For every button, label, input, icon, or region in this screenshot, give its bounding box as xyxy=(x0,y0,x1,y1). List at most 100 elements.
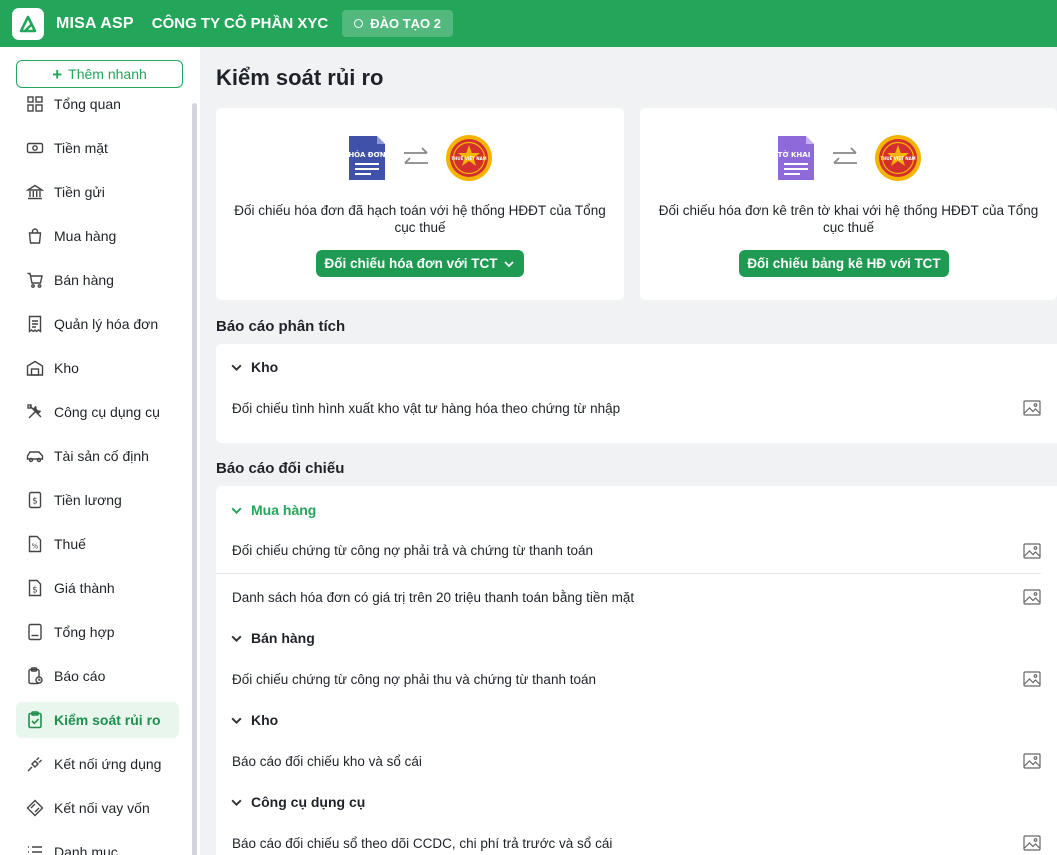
dashboard-icon xyxy=(26,95,44,113)
sidebar-item-ket-noi-vay-von[interactable]: Kết nối vay vốn xyxy=(16,786,179,830)
sidebar-item-kho[interactable]: Kho xyxy=(16,346,179,390)
chevron-down-icon xyxy=(231,799,242,806)
sidebar-item-label: Kết nối ứng dụng xyxy=(54,756,162,772)
sidebar-item-kiem-soat-rui-ro[interactable]: Kiểm soát rủi ro xyxy=(16,702,179,738)
plus-icon: + xyxy=(52,64,63,84)
sidebar-item-label: Kho xyxy=(54,360,79,376)
report-row[interactable]: Báo cáo đối chiếu kho và sổ cái xyxy=(216,738,1041,784)
sidebar-item-label: Giá thành xyxy=(54,580,115,596)
image-preview-icon[interactable] xyxy=(1023,671,1041,687)
sidebar-item-label: Quản lý hóa đơn xyxy=(54,316,159,332)
cart-icon xyxy=(26,271,44,289)
seal-label: THUẾ VIỆT NAM xyxy=(880,155,915,161)
group-header-kho[interactable]: Kho xyxy=(216,702,1057,738)
image-preview-icon[interactable] xyxy=(1023,400,1041,416)
report-title: Báo cáo đối chiếu kho và sổ cái xyxy=(232,753,422,769)
sidebar-item-label: Tiền gửi xyxy=(54,184,105,200)
sidebar-item-danh-muc[interactable]: Danh mục xyxy=(16,830,179,855)
cash-icon xyxy=(26,139,44,157)
chevron-down-icon xyxy=(504,260,515,267)
report-row[interactable]: Đối chiếu chứng từ công nợ phải thu và c… xyxy=(216,656,1041,702)
button-label: Đối chiếu bảng kê HĐ với TCT xyxy=(747,256,941,271)
sidebar-item-label: Danh mục xyxy=(54,844,118,855)
quick-add-label: Thêm nhanh xyxy=(68,66,147,82)
invoice-doc-label: HÓA ĐƠN xyxy=(348,150,385,159)
chevron-down-icon xyxy=(231,717,242,724)
sidebar: Tổng quan Tiền mặt Tiền gửi Mua hàng Bán… xyxy=(0,47,200,855)
sidebar-item-cong-cu-dung-cu[interactable]: Công cụ dụng cụ xyxy=(16,390,179,434)
tax-authority-seal-icon: THUẾ VIỆT NAM xyxy=(446,135,492,181)
sidebar-item-label: Kết nối vay vốn xyxy=(54,800,150,816)
svg-text:$: $ xyxy=(32,586,37,596)
image-preview-icon[interactable] xyxy=(1023,542,1041,559)
shopping-bag-icon xyxy=(26,227,44,245)
sidebar-item-gia-thanh[interactable]: $ Giá thành xyxy=(16,566,179,610)
group-header-cong-cu-dung-cu[interactable]: Công cụ dụng cụ xyxy=(216,784,1057,820)
report-row[interactable]: Danh sách hóa đơn có giá trị trên 20 tri… xyxy=(216,574,1041,620)
sidebar-item-ban-hang[interactable]: Bán hàng xyxy=(16,258,179,302)
sidebar-item-tong-hop[interactable]: Tổng hợp xyxy=(16,610,179,654)
sidebar-item-tai-san-co-dinh[interactable]: Tài sản cố định xyxy=(16,434,179,478)
sidebar-item-label: Báo cáo xyxy=(54,668,106,684)
company-name[interactable]: CÔNG TY CÔ PHẦN XYC xyxy=(152,15,328,32)
button-label: Đối chiếu hóa đơn với TCT xyxy=(324,256,498,271)
reconcile-panel: Mua hàng Đối chiếu chứng từ công nợ phải… xyxy=(216,486,1057,855)
database-status-icon xyxy=(354,19,364,28)
tax-authority-seal-icon: THUẾ VIỆT NAM xyxy=(874,135,921,181)
sidebar-item-tong-quan[interactable]: Tổng quan xyxy=(16,82,179,126)
report-row[interactable]: Báo cáo đối chiếu sổ theo dõi CCDC, chi … xyxy=(216,820,1041,855)
report-title: Đối chiếu tình hình xuất kho vật tư hàng… xyxy=(232,400,621,416)
sidebar-scrollbar[interactable] xyxy=(192,103,197,855)
app-name[interactable]: MISA ASP xyxy=(56,15,134,33)
list-icon xyxy=(26,843,44,855)
sidebar-item-label: Tiền mặt xyxy=(54,140,108,156)
quick-add-button[interactable]: + Thêm nhanh xyxy=(16,60,183,88)
sidebar-item-bao-cao[interactable]: Báo cáo xyxy=(16,654,179,698)
sidebar-item-quan-ly-hoa-don[interactable]: Quản lý hóa đơn xyxy=(16,302,179,346)
group-title: Bán hàng xyxy=(251,630,315,646)
top-bar: MISA ASP CÔNG TY CÔ PHẦN XYC ĐÀO TẠO 2 xyxy=(0,0,1057,47)
ledger-icon xyxy=(26,623,44,641)
sidebar-item-tien-luong[interactable]: $ Tiền lương xyxy=(16,478,179,522)
card-illustration: TỜ KHAI THUẾ VIỆT NAM xyxy=(640,134,1057,182)
sidebar-item-tien-gui[interactable]: Tiền gửi xyxy=(16,170,179,214)
group-header-kho[interactable]: Kho xyxy=(216,349,1057,385)
image-preview-icon[interactable] xyxy=(1023,835,1041,851)
svg-text:$: $ xyxy=(32,497,38,507)
chevron-down-icon xyxy=(231,507,242,514)
card-description: Đối chiếu hóa đơn đã hạch toán với hệ th… xyxy=(234,203,606,235)
analysis-section-title: Báo cáo phân tích xyxy=(216,318,346,335)
declaration-document-icon: TỜ KHAI xyxy=(777,136,814,180)
misa-logo-icon[interactable] xyxy=(12,7,44,40)
analysis-panel: Kho Đối chiếu tình hình xuất kho vật tư … xyxy=(216,344,1057,443)
group-title: Công cụ dụng cụ xyxy=(251,794,366,810)
chevron-down-icon xyxy=(231,364,242,371)
image-preview-icon[interactable] xyxy=(1023,589,1041,605)
image-preview-icon[interactable] xyxy=(1023,753,1041,769)
report-row[interactable]: Đối chiếu tình hình xuất kho vật tư hàng… xyxy=(216,385,1041,431)
group-title: Kho xyxy=(251,712,279,728)
invoice-reconcile-card: HÓA ĐƠN THUẾ VIỆT NAM Đối chiếu hóa đơn … xyxy=(216,108,624,300)
database-selector[interactable]: ĐÀO TẠO 2 xyxy=(342,10,453,37)
card-description: Đối chiếu hóa đơn kê trên tờ khai với hệ… xyxy=(658,203,1039,235)
swap-arrows-icon xyxy=(832,147,857,164)
card-illustration: HÓA ĐƠN THUẾ VIỆT NAM xyxy=(216,134,624,182)
tax-icon: % xyxy=(26,535,44,553)
sidebar-nav: Tổng quan Tiền mặt Tiền gửi Mua hàng Bán… xyxy=(16,82,179,855)
invoice-reconcile-button[interactable]: Đối chiếu hóa đơn với TCT xyxy=(316,250,524,277)
declaration-reconcile-card: TỜ KHAI THUẾ VIỆT NAM Đối chiếu hóa đơn … xyxy=(640,108,1057,300)
declaration-reconcile-button[interactable]: Đối chiếu bảng kê HĐ với TCT xyxy=(739,250,949,277)
sidebar-item-tien-mat[interactable]: Tiền mặt xyxy=(16,126,179,170)
cost-icon: $ xyxy=(26,579,44,597)
group-header-ban-hang[interactable]: Bán hàng xyxy=(216,620,1057,656)
sidebar-item-ket-noi-ung-dung[interactable]: Kết nối ứng dụng xyxy=(16,742,179,786)
report-row[interactable]: Đối chiếu chứng từ công nợ phải trả và c… xyxy=(216,528,1041,574)
report-title: Báo cáo đối chiếu sổ theo dõi CCDC, chi … xyxy=(232,835,613,851)
sidebar-item-label: Tài sản cố định xyxy=(54,448,149,464)
sidebar-item-mua-hang[interactable]: Mua hàng xyxy=(16,214,179,258)
report-title: Danh sách hóa đơn có giá trị trên 20 tri… xyxy=(232,589,635,605)
group-header-mua-hang[interactable]: Mua hàng xyxy=(216,492,1057,528)
chevron-down-icon xyxy=(231,635,242,642)
sidebar-item-thue[interactable]: % Thuế xyxy=(16,522,179,566)
database-name: ĐÀO TẠO 2 xyxy=(370,16,441,31)
